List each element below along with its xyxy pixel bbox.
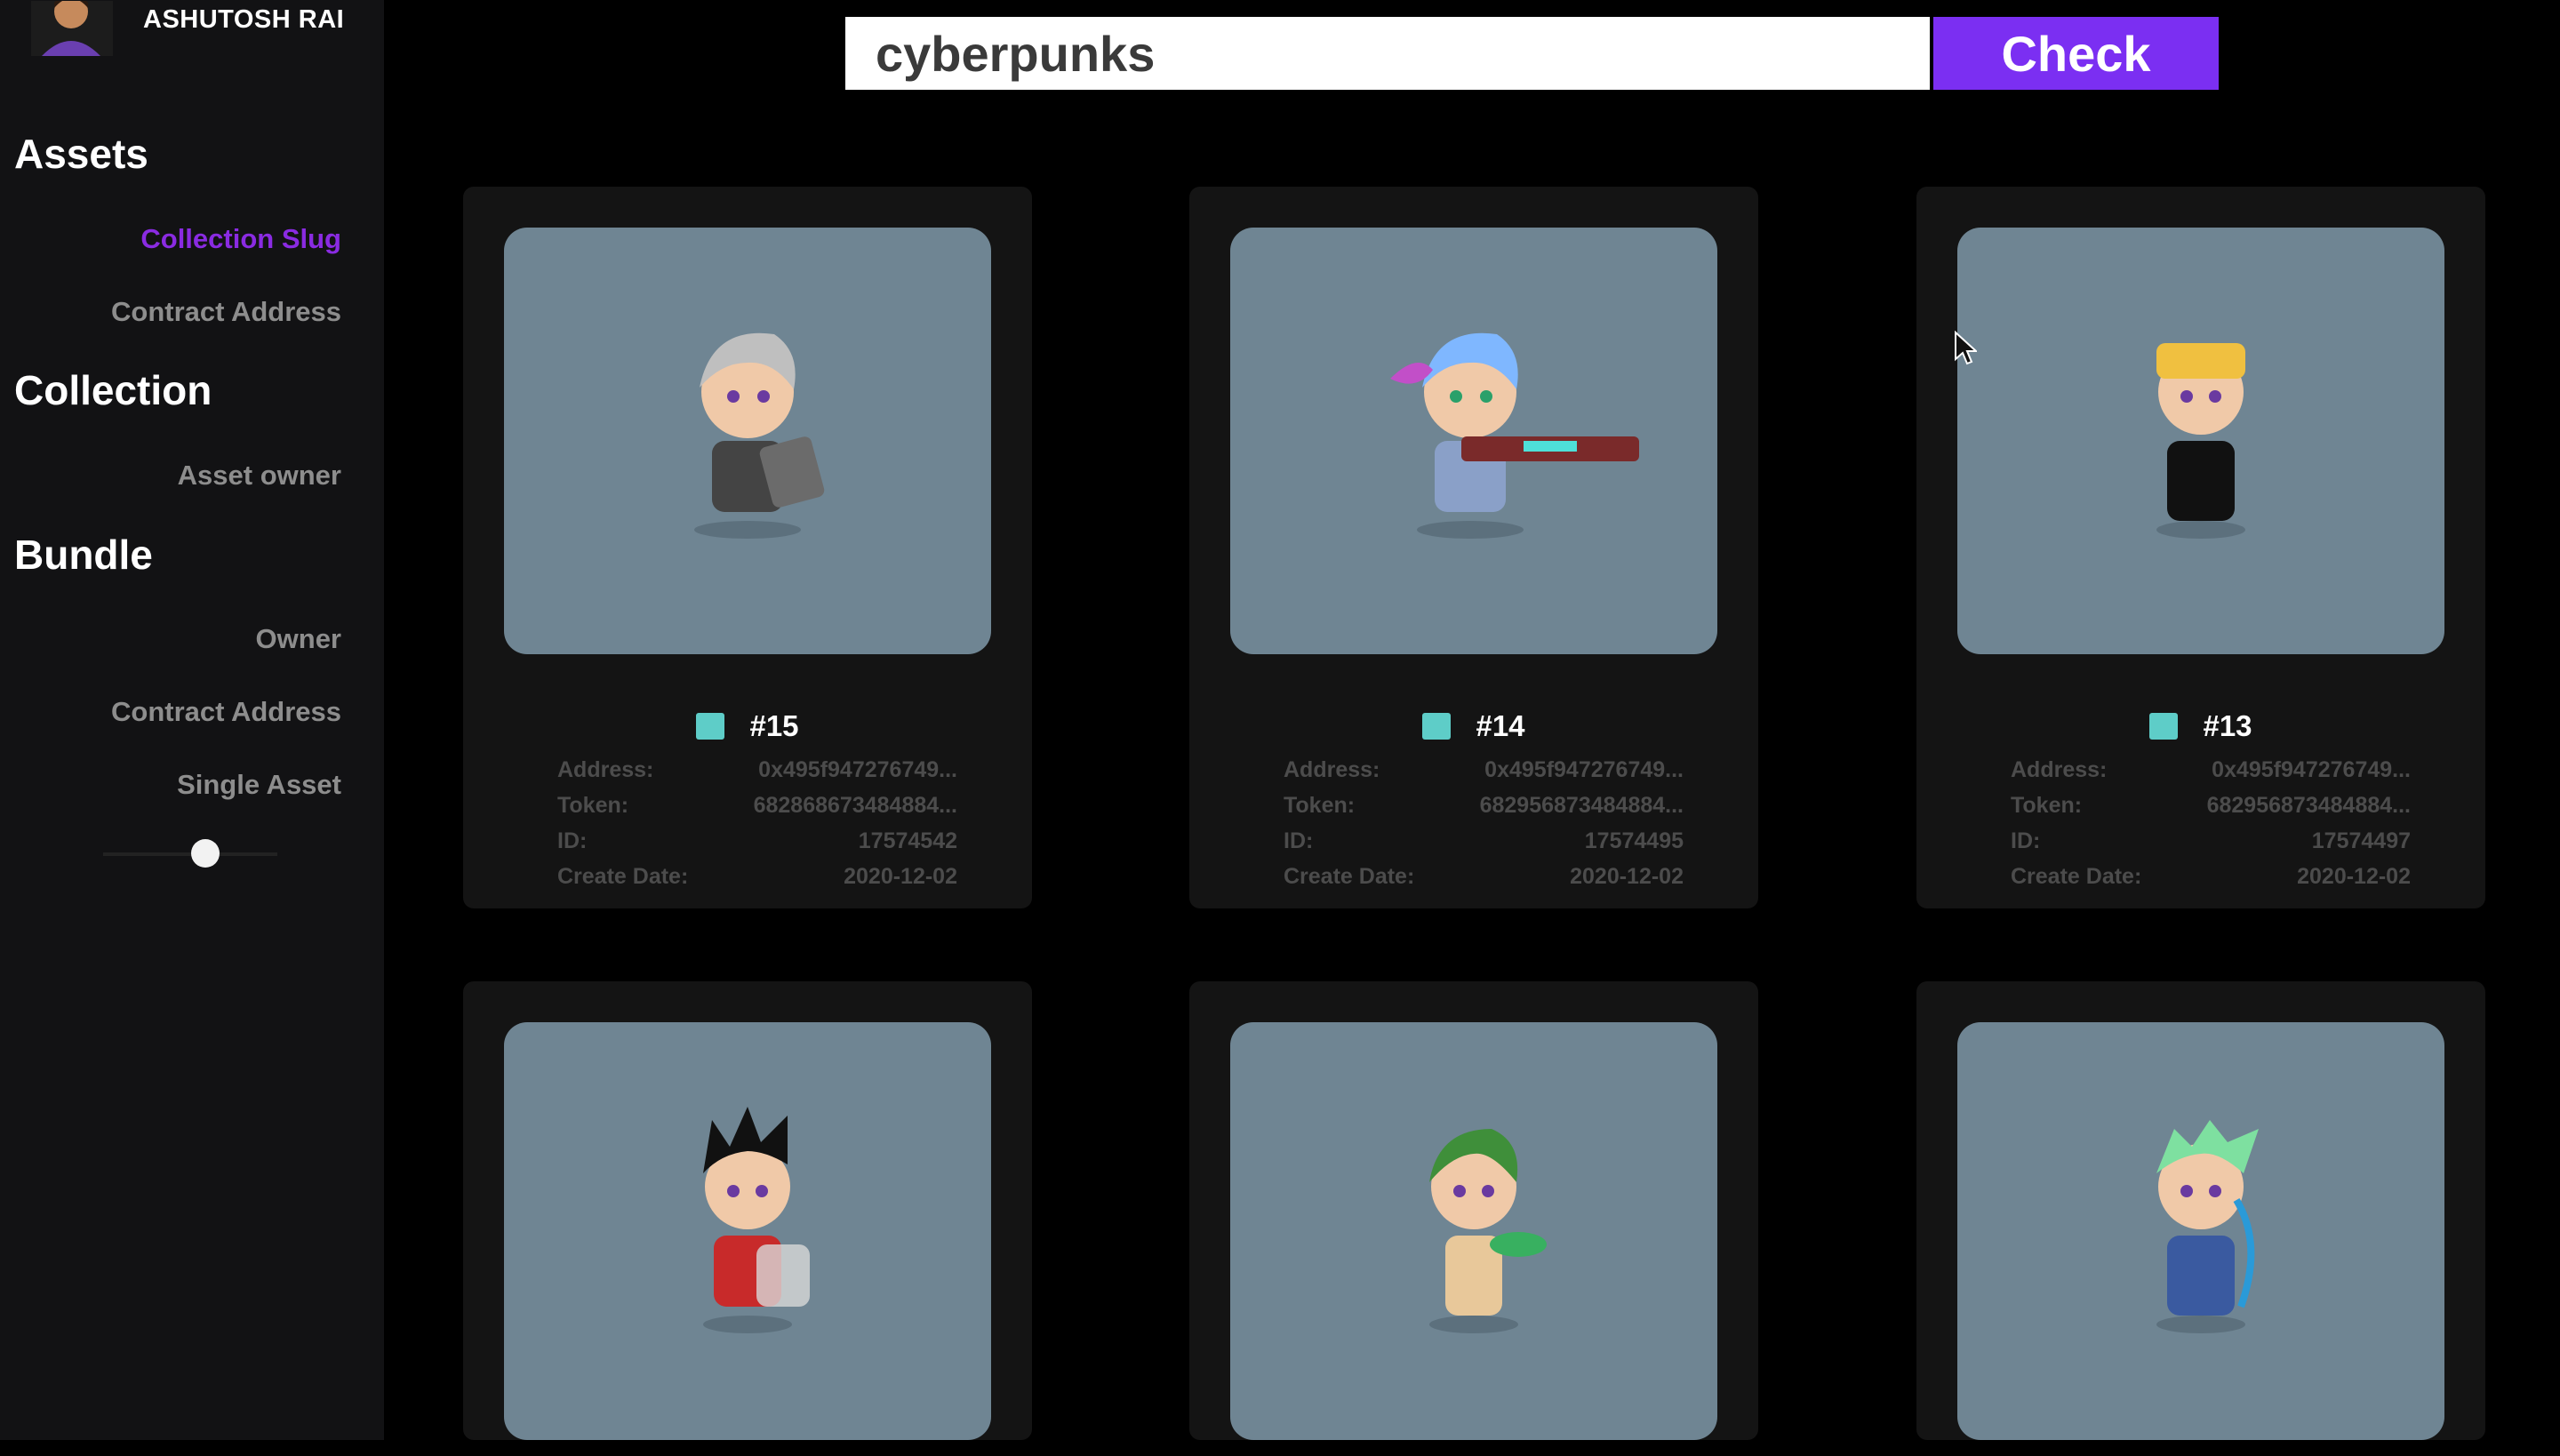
avatar[interactable] [31, 1, 113, 56]
sidebar-item-single-asset[interactable]: Single Asset [177, 769, 341, 801]
sidebar-item-owner[interactable]: Owner [256, 623, 341, 655]
card-title: #15 [463, 709, 1032, 743]
asset-card[interactable] [463, 981, 1032, 1440]
profile[interactable]: ASHUTOSH RAI [31, 0, 344, 57]
check-button[interactable]: Check [1933, 17, 2219, 90]
meta-address: Address: 0x495f947276749... [1284, 757, 1684, 782]
character-image-icon [1390, 332, 1639, 539]
profile-name: ASHUTOSH RAI [143, 5, 345, 34]
meta-id: ID: 17574497 [2011, 828, 2411, 853]
meta-id: ID: 17574542 [557, 828, 957, 853]
card-token-number: #15 [749, 709, 799, 742]
meta-address: Address: 0x495f947276749... [557, 757, 957, 782]
card-title: #13 [1916, 709, 2485, 743]
card-token-number: #13 [2203, 709, 2252, 742]
asset-image[interactable] [1957, 1022, 2444, 1440]
card-token-number: #14 [1476, 709, 1525, 742]
character-image-icon [703, 1107, 810, 1333]
asset-card[interactable] [1916, 981, 2485, 1440]
meta-token: Token: 6829568734848​84... [1284, 793, 1684, 818]
asset-image[interactable] [1230, 1022, 1717, 1440]
asset-card[interactable]: #15 Address: 0x495f947276749... Token: 682… [463, 187, 1032, 908]
asset-image[interactable] [1957, 228, 2444, 654]
sidebar-item-asset-owner[interactable]: Asset owner [178, 460, 341, 492]
asset-card[interactable]: #13 Address: 0x495f947276749... Token: 682… [1916, 187, 2485, 908]
meta-token: Token: 6828686734848​84... [557, 793, 957, 818]
card-title: #14 [1189, 709, 1758, 743]
asset-image[interactable] [1230, 228, 1717, 654]
meta-create-date: Create Date: 2020-12-02 [557, 864, 957, 889]
character-image-icon [2156, 343, 2245, 539]
meta-id: ID: 17574495 [1284, 828, 1684, 853]
asset-image[interactable] [504, 228, 991, 654]
slider-track[interactable] [103, 852, 277, 856]
character-image-icon [694, 332, 825, 539]
swatch-icon [2149, 713, 2179, 740]
meta-token: Token: 6829568734848​84... [2011, 793, 2411, 818]
sidebar-item-contract-address[interactable]: Contract Address [111, 296, 341, 328]
sidebar: ASHUTOSH RAI Assets Collection Slug Cont… [0, 0, 384, 1440]
asset-card[interactable] [1189, 981, 1758, 1440]
mouse-cursor-icon [1955, 331, 1977, 365]
sidebar-item-collection-slug[interactable]: Collection Slug [140, 223, 341, 255]
meta-create-date: Create Date: 2020-12-02 [2011, 864, 2411, 889]
slider-handle[interactable] [191, 839, 220, 868]
sidebar-item-bundle-contract-address[interactable]: Contract Address [111, 696, 341, 728]
swatch-icon [696, 713, 725, 740]
character-image-icon [2156, 1120, 2259, 1333]
character-image-icon [1429, 1129, 1547, 1333]
asset-image[interactable] [504, 1022, 991, 1440]
meta-address: Address: 0x495f947276749... [2011, 757, 2411, 782]
swatch-icon [1422, 713, 1452, 740]
asset-card[interactable]: #14 Address: 0x495f947276749... Token: 682… [1189, 187, 1758, 908]
sidebar-heading-collection: Collection [14, 367, 212, 413]
search-input[interactable]: cyberpunks [845, 17, 1930, 90]
sidebar-heading-bundle: Bundle [14, 532, 153, 578]
meta-create-date: Create Date: 2020-12-02 [1284, 864, 1684, 889]
sidebar-heading-assets: Assets [14, 131, 148, 177]
